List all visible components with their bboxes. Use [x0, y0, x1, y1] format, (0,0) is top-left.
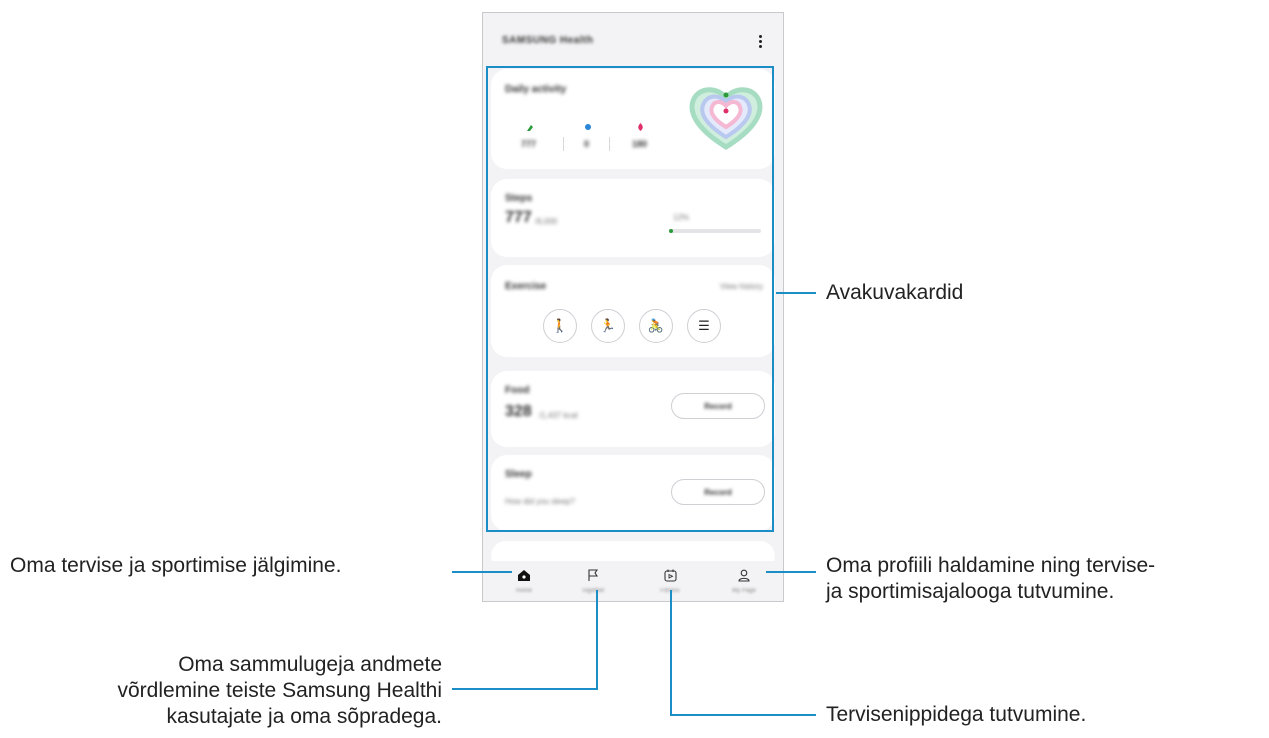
profile-callout-line1: Oma profiili haldamine ning tervise-	[826, 554, 1156, 577]
calories-icon	[638, 123, 643, 131]
exercise-title: Exercise	[505, 281, 547, 292]
sleep-question: How did you sleep?	[505, 497, 575, 506]
steps-card[interactable]: Steps 777 /6,000 12%	[491, 179, 775, 257]
together-callout: Oma sammulugeja andmete võrdlemine teist…	[118, 652, 443, 730]
steps-progress-fill	[669, 229, 673, 233]
nav-home-label: Home	[515, 588, 532, 594]
fitness-icon	[663, 569, 677, 582]
steps-value: 777	[505, 209, 532, 226]
phone-screen: SAMSUNG Health Daily activity 777 0 180 …	[482, 12, 784, 602]
daily-activity-title: Daily activity	[505, 84, 567, 95]
more-vertical-icon[interactable]	[759, 35, 763, 50]
steps-title: Steps	[505, 193, 533, 204]
sleep-record-label: Record	[704, 488, 732, 497]
together-callout-line3: kasutajate ja oma sõpradega.	[166, 705, 442, 728]
steps-progress-bar	[669, 229, 761, 233]
together-callout-line2: võrdlemine teiste Samsung Healthi	[117, 679, 443, 702]
profile-callout: Oma profiili haldamine ning tervise- ja …	[826, 553, 1155, 605]
food-record-button[interactable]: Record	[671, 393, 765, 419]
sleep-card[interactable]: Sleep How did you sleep? Record	[491, 455, 775, 531]
exercise-card[interactable]: Exercise View history 🚶 🏃 🚴 ☰	[491, 265, 775, 357]
cards-callout-line	[776, 292, 816, 294]
steps-icon	[527, 125, 533, 131]
steps-goal: /6,000	[535, 217, 558, 226]
fitness-callout-line-v	[670, 590, 672, 716]
together-callout-line-h	[452, 688, 598, 690]
together-callout-line-v	[596, 590, 598, 690]
together-callout-line1: Oma sammulugeja andmete	[178, 653, 442, 676]
home-callout: Oma tervise ja sportimise jälgimine.	[10, 554, 342, 577]
home-icon	[518, 570, 530, 581]
steps-stat-value: 777	[521, 139, 537, 149]
food-record-label: Record	[704, 402, 732, 411]
daily-activity-card[interactable]: Daily activity 777 0 180	[491, 69, 775, 169]
active-time-icon	[585, 124, 591, 130]
flag-icon	[588, 569, 599, 581]
calories-stat-value: 180	[632, 139, 648, 149]
nav-my-page[interactable]: My Page	[719, 569, 769, 594]
nav-together-label: Together	[581, 588, 605, 594]
food-title: Food	[505, 385, 530, 396]
sleep-title: Sleep	[505, 469, 532, 480]
stat-divider	[563, 137, 564, 151]
fitness-callout: Tervisenippidega tutvumine.	[826, 703, 1087, 726]
home-callout-line	[452, 571, 512, 573]
food-value: 328	[505, 403, 532, 420]
profile-callout-line	[766, 571, 816, 573]
view-history-link[interactable]: View history	[720, 282, 763, 291]
running-icon[interactable]: 🏃	[591, 309, 625, 343]
steps-progress-label: 12%	[673, 213, 690, 222]
fitness-callout-line-h	[670, 714, 816, 716]
sleep-record-button[interactable]: Record	[671, 479, 765, 505]
cycling-icon[interactable]: 🚴	[639, 309, 673, 343]
person-icon	[738, 569, 750, 582]
active-time-stat-value: 0	[584, 139, 590, 149]
nav-my-page-label: My Page	[732, 588, 756, 594]
stat-divider	[609, 137, 610, 151]
profile-callout-line2: ja sportimisajalooga tutvumine.	[826, 580, 1115, 603]
food-card[interactable]: Food 328 /1,437 kcal Record	[491, 371, 775, 447]
food-goal: /1,437 kcal	[539, 411, 578, 420]
app-header: SAMSUNG Health	[483, 13, 783, 69]
cards-callout: Avakuvakardid	[826, 281, 964, 304]
nav-together[interactable]: Together	[568, 569, 618, 594]
list-icon[interactable]: ☰	[687, 309, 721, 343]
activity-heart-rings-icon	[689, 87, 763, 150]
walking-icon[interactable]: 🚶	[543, 309, 577, 343]
bottom-navigation: Home Together Fitness My Page	[483, 561, 783, 601]
app-title: SAMSUNG Health	[502, 35, 594, 46]
